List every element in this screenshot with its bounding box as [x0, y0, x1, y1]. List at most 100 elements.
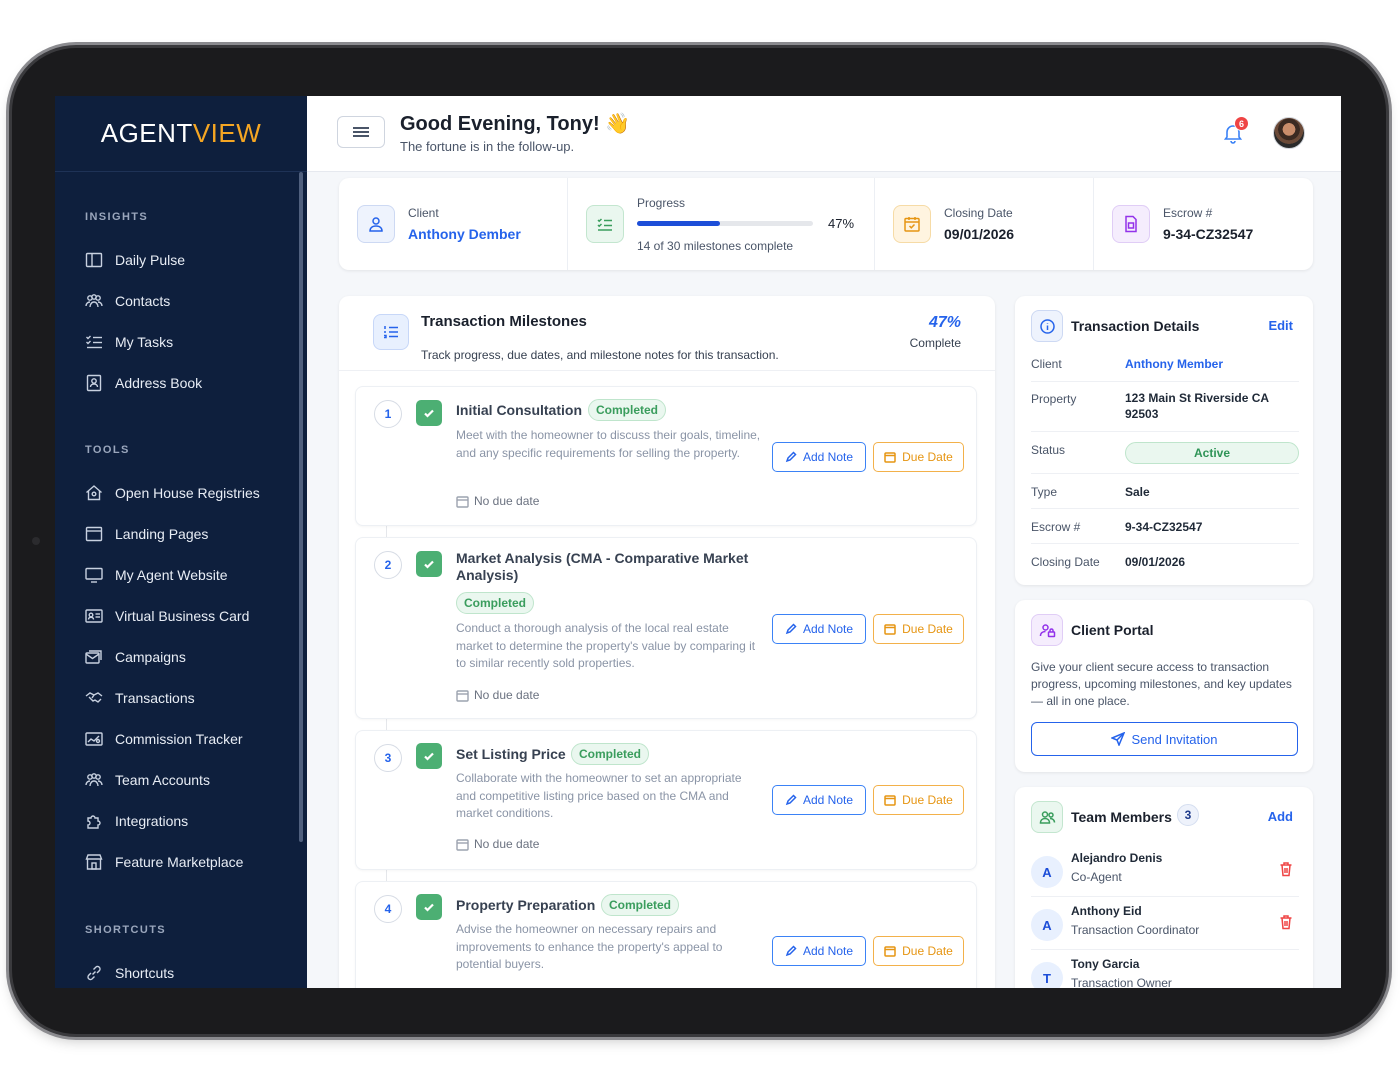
sidebar-item-label: Commission Tracker [115, 731, 243, 747]
due-date-button[interactable]: Due Date [873, 785, 964, 815]
sidebar-item-commission-tracker[interactable]: Commission Tracker [85, 727, 243, 751]
milestone-complete-checkbox[interactable] [416, 743, 442, 769]
sidebar-item-label: Daily Pulse [115, 252, 186, 268]
milestones-percent-label: Complete [909, 336, 961, 350]
greeting-title: Good Evening, Tony! 👋 [400, 113, 631, 135]
notification-count-badge: 6 [1234, 116, 1249, 131]
sidebar-item-campaigns[interactable]: Campaigns [85, 645, 186, 669]
milestone-description: Conduct a thorough analysis of the local… [456, 621, 756, 670]
summary-client-name[interactable]: Anthony Dember [408, 226, 521, 242]
remove-member-button[interactable] [1279, 861, 1293, 877]
milestone-due-date: No due date [456, 494, 539, 508]
milestone-name: Initial Consultation [456, 402, 582, 418]
app-screen: AGENT VIEW INSIGHTS Daily Pulse Contacts … [55, 96, 1341, 988]
calendar-icon [884, 946, 896, 957]
milestone-card: 2 Market Analysis (CMA - Comparative Mar… [355, 537, 977, 719]
sidebar-item-my-agent-website[interactable]: My Agent Website [85, 563, 228, 587]
sidebar-item-shortcuts[interactable]: Shortcuts [85, 961, 174, 985]
edit-details-link[interactable]: Edit [1268, 318, 1293, 333]
milestone-complete-checkbox[interactable] [416, 400, 442, 426]
member-name: Tony Garcia [1071, 957, 1140, 971]
summary-escrow-value: 9-34-CZ32547 [1163, 226, 1254, 242]
sidebar-item-address-book[interactable]: Address Book [85, 371, 202, 395]
sidebar-item-my-tasks[interactable]: My Tasks [85, 330, 173, 354]
menu-toggle-button[interactable] [337, 116, 385, 148]
detail-client-link[interactable]: Anthony Member [1125, 356, 1295, 372]
add-note-button[interactable]: Add Note [772, 614, 866, 644]
summary-escrow: Escrow # 9-34-CZ32547 [1094, 178, 1313, 270]
add-note-button[interactable]: Add Note [772, 785, 866, 815]
sidebar-item-daily-pulse[interactable]: Daily Pulse [85, 248, 185, 272]
milestone-complete-checkbox[interactable] [416, 894, 442, 920]
check-icon [424, 752, 434, 761]
milestone-complete-checkbox[interactable] [416, 551, 442, 577]
sidebar-item-open-house-registries[interactable]: Open House Registries [85, 481, 260, 505]
milestones-title: Transaction Milestones [421, 313, 587, 330]
milestone-description: Collaborate with the homeowner to set an… [456, 771, 742, 820]
send-invitation-button[interactable]: Send Invitation [1031, 722, 1298, 756]
sidebar-item-label: Open House Registries [115, 485, 260, 501]
sidebar-item-label: Integrations [115, 813, 189, 829]
detail-value: Sale [1125, 485, 1150, 499]
greeting-subtitle: The fortune is in the follow-up. [400, 139, 575, 154]
send-invitation-label: Send Invitation [1131, 731, 1218, 747]
due-date-button[interactable]: Due Date [873, 614, 964, 644]
sidebar-item-label: Address Book [115, 375, 203, 391]
add-note-button[interactable]: Add Note [772, 936, 866, 966]
notifications-button[interactable]: 6 [1222, 116, 1249, 146]
check-icon [424, 409, 434, 418]
progress-note: 14 of 30 milestones complete [637, 239, 794, 253]
people-icon [85, 292, 103, 310]
app-logo[interactable]: AGENT VIEW [55, 96, 307, 172]
due-date-button[interactable]: Due Date [873, 936, 964, 966]
pencil-icon [785, 794, 797, 806]
detail-value: 09/01/2026 [1125, 555, 1186, 569]
logo-text-agent: AGENT [100, 118, 193, 148]
sidebar: AGENT VIEW INSIGHTS Daily Pulse Contacts … [55, 96, 307, 988]
summary-client-label: Client [408, 206, 439, 220]
transaction-summary-card: Client Anthony Dember Progress 47% 14 of… [339, 178, 1313, 270]
member-name: Alejandro Denis [1071, 851, 1163, 865]
member-role: Transaction Owner [1071, 976, 1172, 988]
top-bar: Good Evening, Tony! 👋 The fortune is in … [307, 96, 1341, 172]
progress-list-icon [586, 205, 624, 243]
calendar-icon [884, 624, 896, 635]
handshake-icon [85, 689, 103, 707]
info-icon [1031, 310, 1063, 342]
hamburger-icon [353, 125, 369, 139]
sidebar-item-landing-pages[interactable]: Landing Pages [85, 522, 208, 546]
sidebar-item-team-accounts[interactable]: Team Accounts [85, 768, 210, 792]
camera-dot [32, 537, 40, 545]
milestone-description: Advise the homeowner on necessary repair… [456, 922, 723, 971]
add-team-member-link[interactable]: Add [1268, 809, 1293, 824]
team-icon [1031, 801, 1063, 833]
add-note-button[interactable]: Add Note [772, 442, 866, 472]
member-avatar: T [1031, 962, 1063, 988]
summary-closing-label: Closing Date [944, 206, 1013, 220]
milestone-due-date: No due date [456, 837, 539, 851]
due-date-label: Due Date [902, 793, 953, 807]
columns-icon [85, 251, 103, 269]
sidebar-item-label: Transactions [115, 690, 195, 706]
sidebar-item-label: Shortcuts [115, 965, 175, 981]
sidebar-item-integrations[interactable]: Integrations [85, 809, 188, 833]
sidebar-item-transactions[interactable]: Transactions [85, 686, 195, 710]
sidebar-item-contacts[interactable]: Contacts [85, 289, 170, 313]
sidebar-scrollbar[interactable] [299, 172, 303, 842]
milestone-name: Property Preparation [456, 897, 596, 913]
browser-window-icon [85, 525, 103, 543]
team-member-row: A Alejandro Denis Co-Agent [1031, 845, 1299, 897]
remove-member-button[interactable] [1279, 914, 1293, 930]
id-card-icon [85, 607, 103, 625]
summary-progress-label: Progress [637, 196, 686, 210]
sidebar-item-feature-marketplace[interactable]: Feature Marketplace [85, 850, 243, 874]
puzzle-icon [85, 812, 103, 830]
team-members-title: Team Members [1071, 809, 1172, 825]
user-avatar[interactable] [1273, 117, 1305, 149]
calendar-icon [884, 452, 896, 463]
status-badge: Completed [601, 894, 680, 916]
sidebar-item-virtual-business-card[interactable]: Virtual Business Card [85, 604, 249, 628]
detail-row-closing-date: Closing Date 09/01/2026 [1031, 544, 1299, 579]
team-members-panel: Team Members 3 Add A Alejandro Denis Co-… [1015, 787, 1313, 988]
due-date-button[interactable]: Due Date [873, 442, 964, 472]
